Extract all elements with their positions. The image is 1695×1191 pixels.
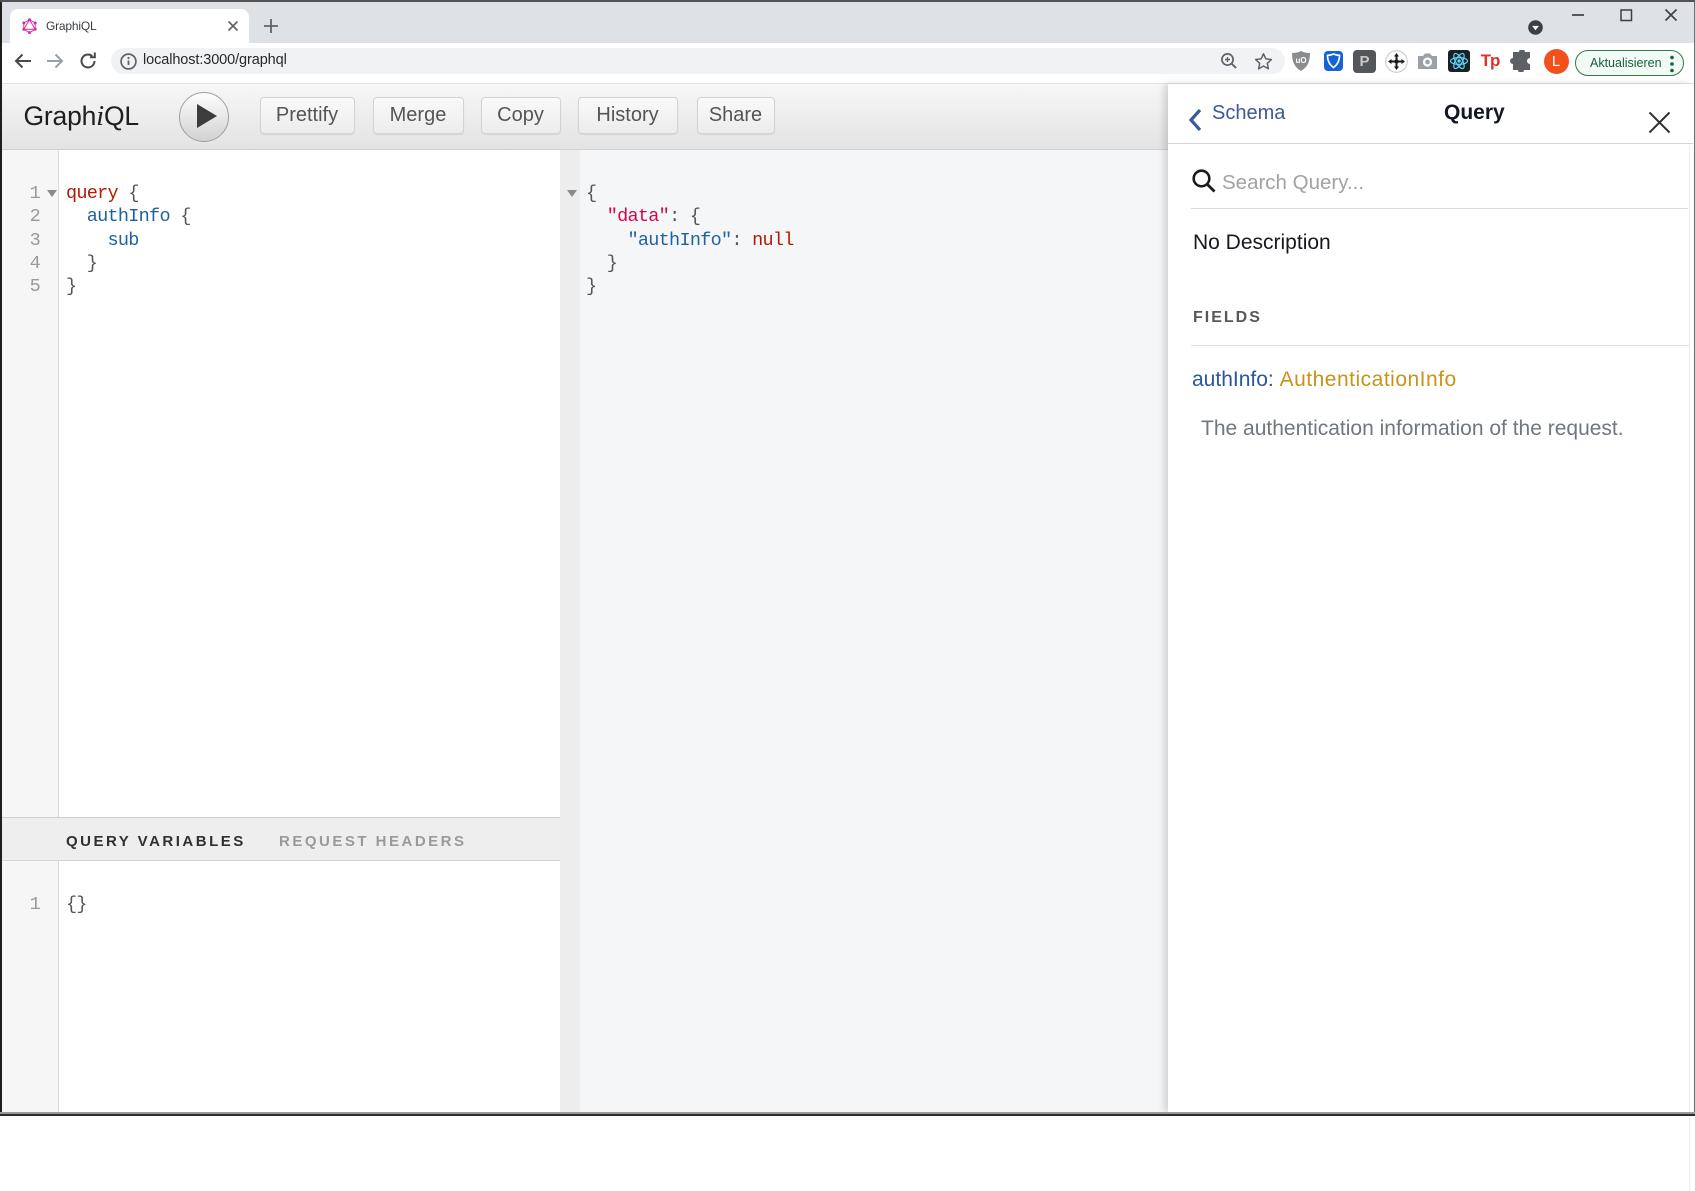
svg-text:uO: uO [1295,56,1306,65]
